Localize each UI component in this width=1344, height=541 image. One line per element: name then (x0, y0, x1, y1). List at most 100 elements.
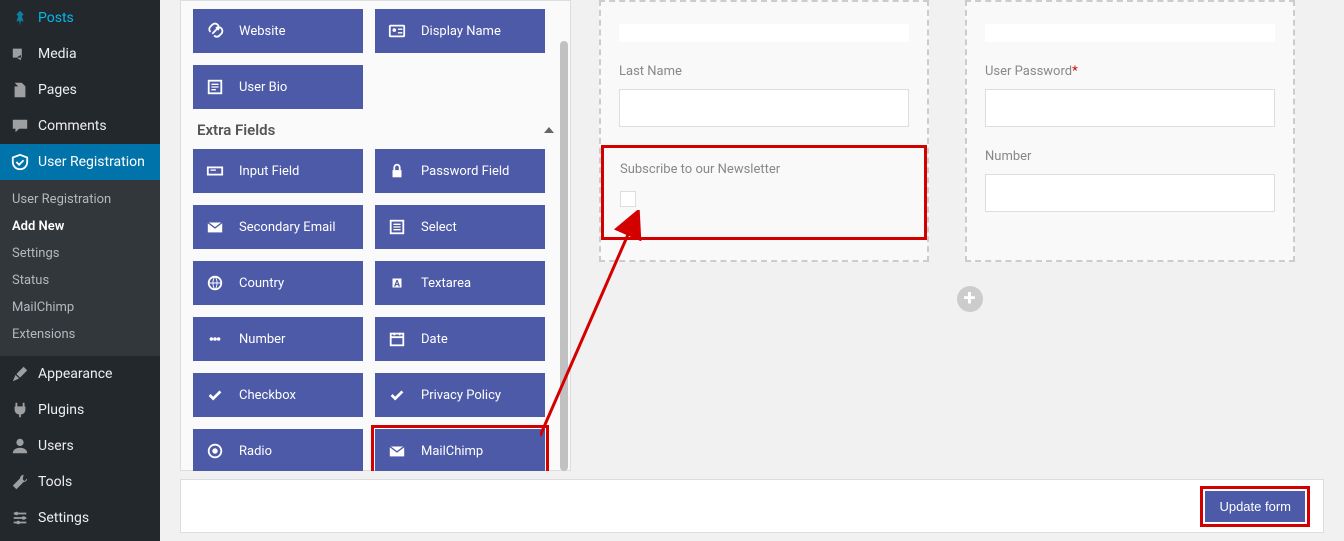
section-extra-fields[interactable]: Extra Fields (193, 109, 558, 149)
page-icon (10, 80, 30, 100)
radio-icon (193, 442, 237, 460)
field-tile-date[interactable]: Date (375, 317, 545, 361)
form-field-newsletter[interactable]: Subscribe to our Newsletter (601, 145, 927, 240)
user-icon (10, 436, 30, 456)
nav-label: User Registration (38, 154, 145, 170)
nav-media[interactable]: Media (0, 36, 160, 72)
wrench-icon (10, 472, 30, 492)
content-area: Website Display Name User Bio Extra Fields… (160, 0, 1344, 541)
tile-label: Country (237, 276, 363, 291)
field-label: Number (985, 149, 1275, 164)
form-field-number[interactable]: Number (985, 149, 1275, 212)
form-field[interactable] (619, 24, 909, 42)
field-tile-user-bio[interactable]: User Bio (193, 65, 363, 109)
sliders-icon (10, 508, 30, 528)
tile-label: Select (419, 220, 545, 235)
field-tile-select[interactable]: Select (375, 205, 545, 249)
field-palette: Website Display Name User Bio Extra Fields… (180, 0, 571, 471)
tile-label: Checkbox (237, 388, 363, 403)
nav-label: Media (38, 46, 77, 62)
tile-label: Display Name (419, 24, 545, 39)
subnav-settings[interactable]: Settings (0, 240, 160, 267)
nav-label: Pages (38, 82, 77, 98)
palette-scrollbar[interactable] (560, 41, 568, 471)
footer-bar: Update form (180, 479, 1324, 533)
subnav-add-new[interactable]: Add New (0, 213, 160, 240)
form-field-lastname[interactable]: Last Name (619, 64, 909, 127)
tile-label: Secondary Email (237, 220, 363, 235)
form-column-1[interactable]: Last Name Subscribe to our Newsletter (599, 0, 929, 262)
tile-label: Privacy Policy (419, 388, 545, 403)
text-input[interactable] (985, 24, 1275, 42)
tile-label: Input Field (237, 164, 363, 179)
tile-label: Date (419, 332, 545, 347)
idcard-icon (375, 22, 419, 40)
field-tile-number[interactable]: Number (193, 317, 363, 361)
nav-label: Tools (38, 474, 72, 490)
textarea-icon: A (375, 274, 419, 292)
comment-icon (10, 116, 30, 136)
update-form-button[interactable]: Update form (1205, 491, 1305, 522)
form-canvas: Last Name Subscribe to our Newsletter (571, 0, 1344, 471)
subnav-extensions[interactable]: Extensions (0, 321, 160, 348)
check-icon (193, 386, 237, 404)
number-input[interactable] (985, 174, 1275, 212)
pin-icon (10, 8, 30, 28)
nav-settings[interactable]: Settings (0, 500, 160, 536)
field-tile-display-name[interactable]: Display Name (375, 9, 545, 53)
ur-icon (10, 152, 30, 172)
nav-submenu: User Registration Add New Settings Statu… (0, 180, 160, 356)
svg-text:A: A (394, 280, 401, 290)
nav-label: Comments (38, 118, 107, 134)
subnav-status[interactable]: Status (0, 267, 160, 294)
form-field-password[interactable]: User Password* (985, 64, 1275, 127)
text-input[interactable] (619, 24, 909, 42)
form-column-2[interactable]: User Password* Number (965, 0, 1295, 262)
subnav-mailchimp[interactable]: MailChimp (0, 294, 160, 321)
mail-icon (193, 218, 237, 236)
field-label: Subscribe to our Newsletter (620, 162, 908, 177)
bio-icon (193, 78, 237, 96)
nav-label: Appearance (38, 366, 112, 382)
mail-icon (375, 442, 419, 460)
admin-sidebar: Posts Media Pages Comments User Registra… (0, 0, 160, 541)
number-icon (193, 330, 237, 348)
nav-appearance[interactable]: Appearance (0, 356, 160, 392)
nav-user-registration[interactable]: User Registration (0, 144, 160, 180)
field-tile-website[interactable]: Website (193, 9, 363, 53)
form-field[interactable] (985, 24, 1275, 42)
field-tile-radio[interactable]: Radio (193, 429, 363, 471)
password-input[interactable] (985, 89, 1275, 127)
tile-label: User Bio (237, 80, 363, 95)
brush-icon (10, 364, 30, 384)
field-label: Last Name (619, 64, 909, 79)
lock-icon (375, 162, 419, 180)
tile-label: Textarea (419, 276, 545, 291)
nav-posts[interactable]: Posts (0, 0, 160, 36)
field-tile-privacy-policy[interactable]: Privacy Policy (375, 373, 545, 417)
tile-label: Radio (237, 444, 363, 459)
chevron-up-icon (544, 127, 554, 133)
field-tile-password-field[interactable]: Password Field (375, 149, 545, 193)
field-tile-checkbox[interactable]: Checkbox (193, 373, 363, 417)
nav-label: Settings (38, 510, 89, 526)
globe-icon (193, 274, 237, 292)
plug-icon (10, 400, 30, 420)
text-input[interactable] (619, 89, 909, 127)
nav-plugins[interactable]: Plugins (0, 392, 160, 428)
nav-comments[interactable]: Comments (0, 108, 160, 144)
tile-label: MailChimp (419, 444, 545, 459)
checkbox-input[interactable] (620, 191, 636, 207)
tile-label: Password Field (419, 164, 545, 179)
subnav-user-registration[interactable]: User Registration (0, 186, 160, 213)
add-row-button[interactable]: + (957, 286, 983, 312)
field-tile-mailchimp[interactable]: MailChimp (375, 429, 545, 471)
nav-pages[interactable]: Pages (0, 72, 160, 108)
field-label: User Password* (985, 64, 1275, 79)
field-tile-country[interactable]: Country (193, 261, 363, 305)
field-tile-textarea[interactable]: A Textarea (375, 261, 545, 305)
nav-tools[interactable]: Tools (0, 464, 160, 500)
field-tile-secondary-email[interactable]: Secondary Email (193, 205, 363, 249)
nav-users[interactable]: Users (0, 428, 160, 464)
field-tile-input-field[interactable]: Input Field (193, 149, 363, 193)
